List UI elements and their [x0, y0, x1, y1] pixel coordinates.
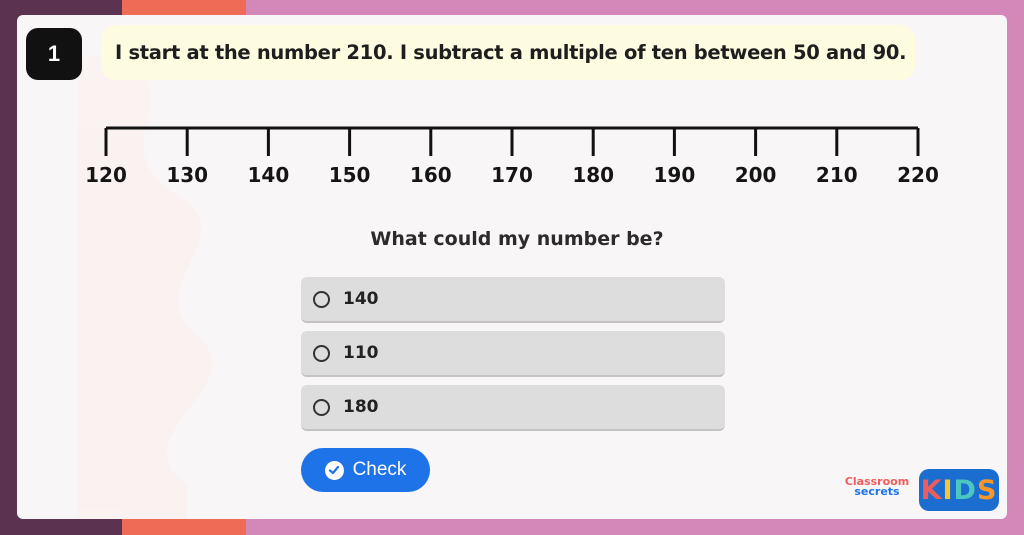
classroom-secrets-wordmark: Classroom secrets	[844, 475, 910, 498]
number-line-tick-label: 220	[897, 163, 939, 187]
kids-letter: I	[942, 474, 954, 506]
number-line-tick-label: 150	[329, 163, 371, 187]
prompt-text: What could my number be?	[370, 228, 664, 250]
answer-option-label: 110	[343, 343, 379, 363]
check-button-label: Check	[352, 459, 407, 480]
answer-option-1[interactable]: 140	[301, 277, 725, 323]
checkmark-icon	[324, 460, 344, 480]
number-line-tick-label: 190	[654, 163, 696, 187]
answer-option-2[interactable]: 110	[301, 331, 725, 377]
answer-option-label: 180	[343, 397, 379, 417]
question-card: 1 I start at the number 210. I subtract …	[17, 15, 1007, 519]
kids-wordmark: KIDS	[919, 469, 999, 511]
kids-letter: D	[953, 474, 977, 506]
number-line-tick-label: 140	[248, 163, 290, 187]
number-line: 120 130 140 150 160 170 180 190 200 210 220	[85, 126, 939, 187]
number-line-tick-label: 160	[410, 163, 452, 187]
number-line-tick-label: 170	[491, 163, 533, 187]
number-line-tick-label: 130	[166, 163, 208, 187]
radio-button-icon[interactable]	[313, 344, 330, 362]
answer-option-label: 140	[343, 289, 379, 309]
kids-letter: S	[976, 474, 998, 506]
classroom-secrets-kids-logo: Classroom secrets KIDS	[839, 467, 1001, 513]
number-line-tick-label: 180	[572, 163, 614, 187]
number-line-tick-label: 200	[735, 163, 777, 187]
answer-option-3[interactable]: 180	[301, 385, 725, 431]
radio-button-icon[interactable]	[313, 290, 330, 308]
radio-button-icon[interactable]	[313, 398, 330, 416]
kids-letter: K	[920, 474, 943, 506]
check-button[interactable]: Check	[301, 448, 430, 492]
number-line-tick-label: 120	[85, 163, 127, 187]
number-line-tick-label: 210	[816, 163, 858, 187]
